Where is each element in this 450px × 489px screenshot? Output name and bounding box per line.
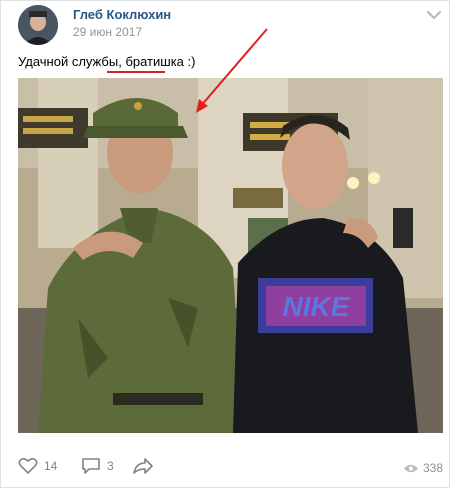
share-button[interactable] — [132, 457, 154, 475]
chevron-down-icon[interactable] — [425, 9, 443, 21]
comment-count: 3 — [107, 459, 114, 473]
caption-highlight: братишка — [125, 54, 184, 69]
like-button[interactable]: 14 — [18, 457, 57, 475]
caption-suffix: :) — [187, 54, 196, 69]
eye-icon — [403, 464, 418, 472]
heart-icon — [18, 457, 38, 475]
caption-prefix: Удачной службы, — [18, 54, 122, 69]
red-underline-annotation — [107, 71, 165, 73]
share-icon — [133, 458, 153, 474]
post-caption: Удачной службы, братишка :) — [18, 54, 195, 69]
post-card: Глеб Коклюхин 29 июн 2017 Удачной службы… — [0, 0, 450, 488]
comment-button[interactable]: 3 — [81, 457, 114, 475]
shirt-text: NIKE — [283, 291, 351, 322]
post-photo[interactable]: NIKE — [18, 78, 443, 433]
comment-icon — [82, 458, 100, 474]
post-actions: 14 3 338 — [1, 451, 450, 485]
author-name[interactable]: Глеб Коклюхин — [73, 7, 171, 22]
post-date[interactable]: 29 июн 2017 — [73, 25, 142, 39]
views-count: 338 — [422, 461, 443, 475]
views-counter: 338 — [403, 461, 443, 475]
like-count: 14 — [44, 459, 58, 473]
author-avatar[interactable] — [18, 5, 58, 45]
